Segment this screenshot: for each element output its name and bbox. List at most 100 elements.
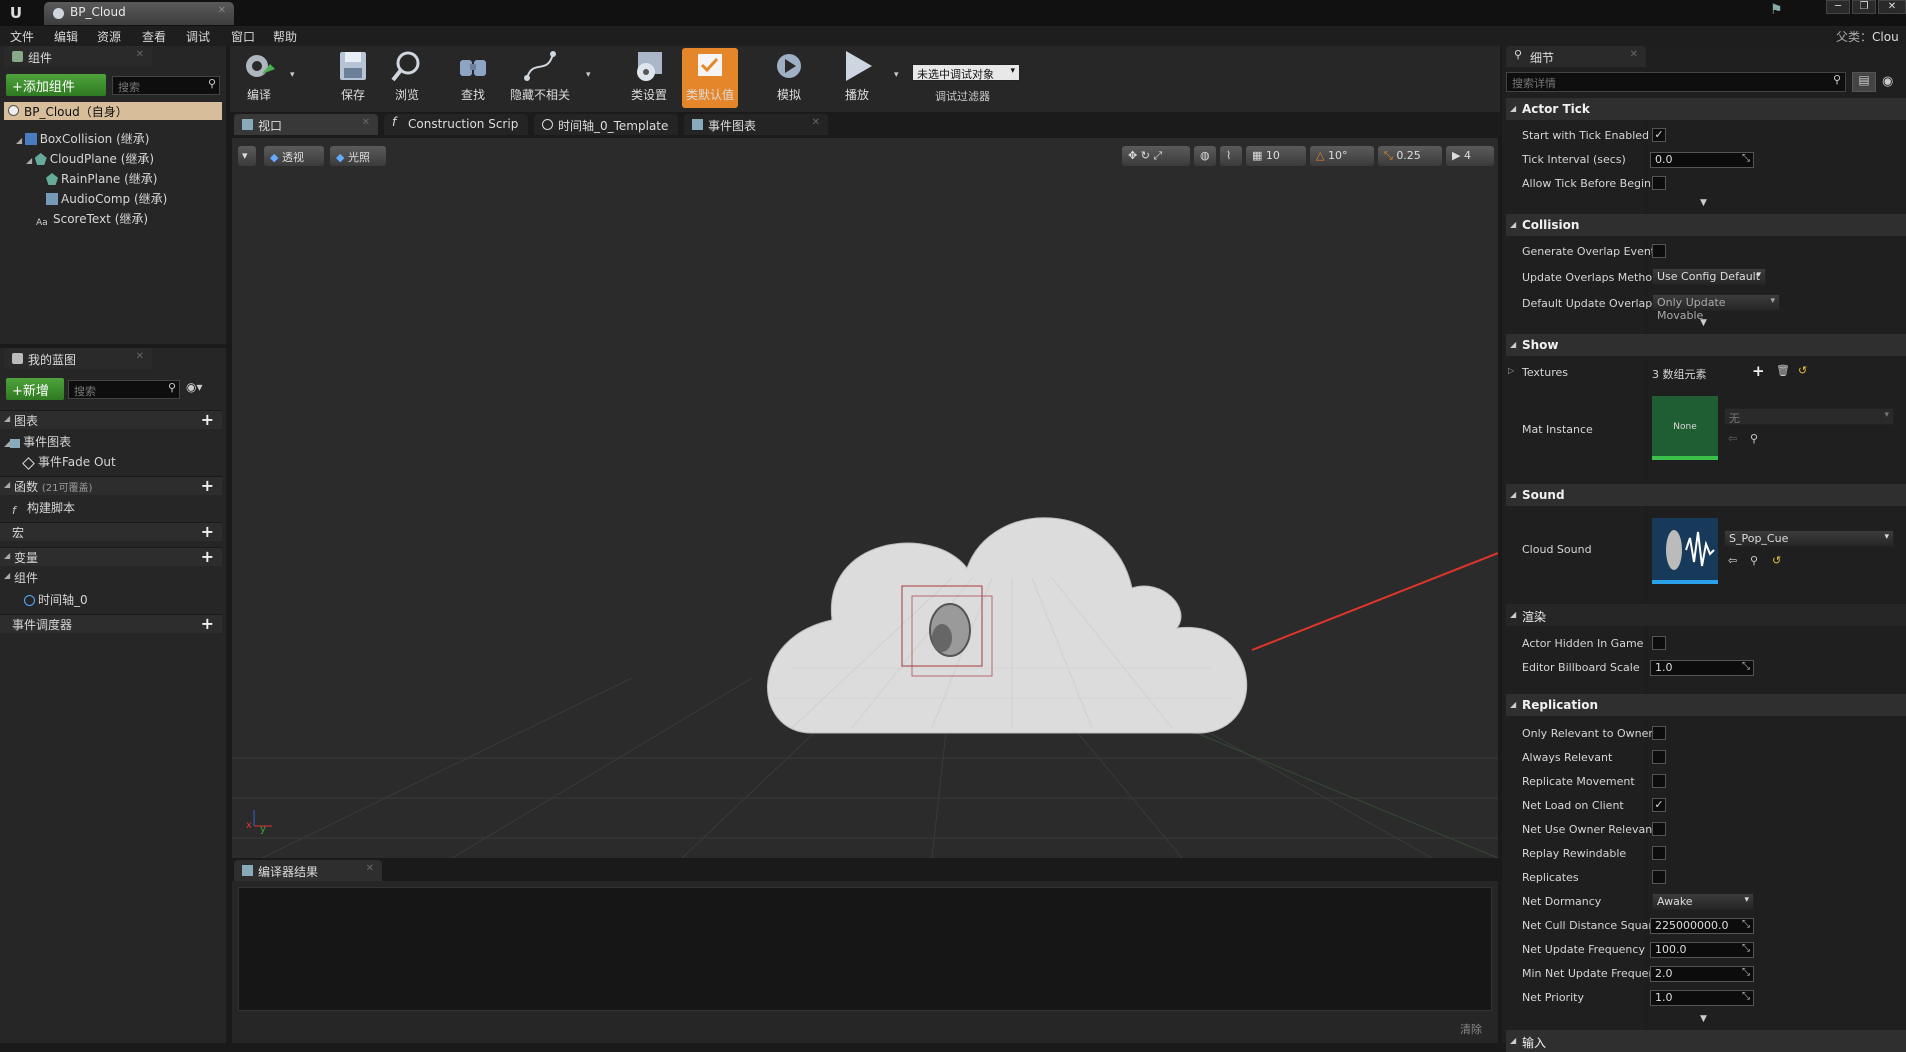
cloud-sound-select[interactable]: S_Pop_Cue ▾: [1724, 530, 1894, 547]
menu-edit[interactable]: 编辑: [54, 28, 78, 45]
clear-button[interactable]: 清除: [1460, 1021, 1482, 1037]
material-asset-select[interactable]: 无 ▾: [1724, 408, 1894, 425]
category-macros[interactable]: 宏 +: [0, 522, 222, 541]
camera-speed-button[interactable]: ▶ 4: [1446, 146, 1494, 166]
replication-checkbox[interactable]: [1652, 822, 1666, 836]
category-show[interactable]: ◢ Show: [1506, 334, 1906, 356]
category-rendering[interactable]: ◢ 渲染: [1506, 604, 1906, 626]
source-control-icon[interactable]: ⚑: [1770, 2, 1790, 22]
billboard-scale-field[interactable]: 1.0 ⤡: [1650, 660, 1754, 676]
details-search-input[interactable]: 搜索详情 ⚲: [1506, 72, 1846, 92]
add-graph-icon[interactable]: +: [201, 410, 214, 429]
property-matrix-icon[interactable]: ▤: [1852, 72, 1876, 92]
perspective-button[interactable]: ◆ 透视: [264, 146, 324, 166]
replication-checkbox[interactable]: [1652, 774, 1666, 788]
transform-tools[interactable]: ✥ ↻ ⤢: [1122, 146, 1190, 166]
delete-icon[interactable]: 🗑: [1776, 364, 1790, 377]
tab-viewport[interactable]: 视口 ✕: [234, 114, 378, 135]
blueprint-search-input[interactable]: 搜索 ⚲: [68, 380, 180, 399]
find-button[interactable]: 查找: [448, 48, 498, 108]
replication-checkbox[interactable]: [1652, 726, 1666, 740]
use-selected-icon[interactable]: ⇦: [1728, 432, 1737, 445]
component-item[interactable]: Aa ScoreText (继承): [36, 210, 148, 230]
replication-checkbox[interactable]: [1652, 846, 1666, 860]
browse-asset-icon[interactable]: ⚲: [1750, 432, 1758, 445]
advanced-expand-icon[interactable]: ▼: [1700, 1014, 1707, 1024]
hide-unrelated-dropdown-icon[interactable]: ▾: [586, 70, 591, 80]
add-dispatcher-icon[interactable]: +: [201, 614, 214, 633]
component-item[interactable]: ◢ BoxCollision (继承): [16, 130, 149, 147]
reset-icon[interactable]: ↺: [1772, 554, 1781, 567]
category-functions[interactable]: ◢ 函数 (21可覆盖) +: [0, 476, 222, 495]
component-item[interactable]: ◢ CloudPlane (继承): [26, 150, 154, 167]
spin-handle-icon[interactable]: ⤡: [1742, 991, 1750, 1002]
component-search-input[interactable]: 搜索 ⚲: [112, 76, 220, 95]
replication-number-field[interactable]: 100.0 ⤡: [1650, 942, 1754, 958]
close-tab-icon[interactable]: ✕: [812, 117, 820, 128]
material-thumbnail[interactable]: None: [1652, 396, 1718, 460]
advanced-expand-icon[interactable]: ▼: [1700, 318, 1707, 328]
scale-snap-button[interactable]: ⤡ 0.25: [1378, 146, 1442, 166]
visibility-icon[interactable]: ◉: [1882, 74, 1893, 89]
menu-file[interactable]: 文件: [10, 28, 34, 45]
save-button[interactable]: 保存: [328, 48, 378, 108]
tab-construction-script[interactable]: f Construction Scrip: [384, 114, 528, 135]
component-root[interactable]: BP_Cloud（自身）: [4, 102, 222, 120]
compiler-results-tab[interactable]: 编译器结果 ✕: [234, 860, 382, 881]
document-tab[interactable]: BP_Cloud ✕: [44, 2, 234, 25]
close-tab-icon[interactable]: ✕: [362, 117, 370, 128]
class-settings-button[interactable]: 类设置: [622, 48, 676, 108]
add-element-icon[interactable]: +: [1752, 362, 1765, 380]
category-input[interactable]: ◢ 输入: [1506, 1030, 1906, 1052]
list-item-event[interactable]: 事件Fade Out: [22, 453, 116, 470]
category-sound[interactable]: ◢ Sound: [1506, 484, 1906, 506]
close-tab-icon[interactable]: ✕: [136, 49, 144, 60]
expand-arrow-icon[interactable]: ▷: [1508, 366, 1514, 375]
parent-class-value[interactable]: Clou: [1872, 30, 1899, 44]
surface-snap-icon[interactable]: ⌇: [1220, 146, 1242, 166]
viewport[interactable]: x y ▾ ◆ 透视 ◆ 光照 ✥ ↻ ⤢ ◍ ⌇ ▦ 10 △ 10° ⤡ 0…: [232, 138, 1498, 858]
replication-checkbox[interactable]: [1652, 870, 1666, 884]
class-defaults-button[interactable]: 类默认值: [682, 48, 738, 108]
spin-handle-icon[interactable]: ⤡: [1742, 919, 1750, 930]
use-selected-icon[interactable]: ⇦: [1728, 554, 1737, 567]
add-function-icon[interactable]: +: [201, 476, 214, 495]
spin-handle-icon[interactable]: ⤡: [1742, 967, 1750, 978]
category-graphs[interactable]: ◢ 图表 +: [0, 410, 222, 429]
category-variables[interactable]: ◢ 变量 +: [0, 547, 222, 566]
category-components[interactable]: ◢ 组件: [0, 568, 222, 587]
tab-timeline[interactable]: 时间轴_0_Template: [534, 114, 678, 135]
viewport-options-button[interactable]: ▾: [238, 146, 256, 166]
maximize-button[interactable]: ❐: [1852, 0, 1876, 14]
sound-thumbnail[interactable]: [1652, 518, 1718, 584]
new-button[interactable]: +新增: [6, 378, 64, 400]
close-tab-icon[interactable]: ✕: [366, 863, 374, 874]
category-dispatchers[interactable]: 事件调度器 +: [0, 614, 222, 633]
category-collision[interactable]: ◢ Collision: [1506, 214, 1906, 236]
replication-number-field[interactable]: 1.0 ⤡: [1650, 990, 1754, 1006]
hide-unrelated-button[interactable]: 隐藏不相关: [508, 48, 572, 108]
menu-help[interactable]: 帮助: [273, 28, 297, 45]
replication-number-field[interactable]: 2.0 ⤡: [1650, 966, 1754, 982]
play-dropdown-icon[interactable]: ▾: [894, 70, 899, 80]
grid-snap-button[interactable]: ▦ 10: [1246, 146, 1306, 166]
list-item-timeline[interactable]: 时间轴_0: [24, 591, 88, 608]
simulate-button[interactable]: 模拟: [762, 48, 816, 108]
list-item-construction[interactable]: f 构建脚本: [12, 499, 75, 517]
replication-checkbox[interactable]: [1652, 750, 1666, 764]
actor-hidden-checkbox[interactable]: [1652, 636, 1666, 650]
close-tab-icon[interactable]: ✕: [218, 5, 226, 16]
play-button[interactable]: 播放: [832, 48, 882, 108]
add-macro-icon[interactable]: +: [201, 522, 214, 541]
default-update-overlaps-select[interactable]: Only Update Movable ▾: [1652, 294, 1780, 322]
close-tab-icon[interactable]: ✕: [1630, 49, 1638, 60]
menu-view[interactable]: 查看: [142, 28, 166, 45]
close-tab-icon[interactable]: ✕: [136, 351, 144, 362]
components-tab[interactable]: 组件 ✕: [4, 46, 152, 67]
details-tab[interactable]: ⚲ 细节 ✕: [1506, 46, 1646, 67]
menu-asset[interactable]: 资源: [97, 28, 121, 45]
advanced-expand-icon[interactable]: ▼: [1700, 198, 1707, 208]
tab-event-graph[interactable]: 事件图表 ✕: [684, 114, 828, 135]
world-local-icon[interactable]: ◍: [1194, 146, 1216, 166]
menu-debug[interactable]: 调试: [186, 28, 210, 45]
